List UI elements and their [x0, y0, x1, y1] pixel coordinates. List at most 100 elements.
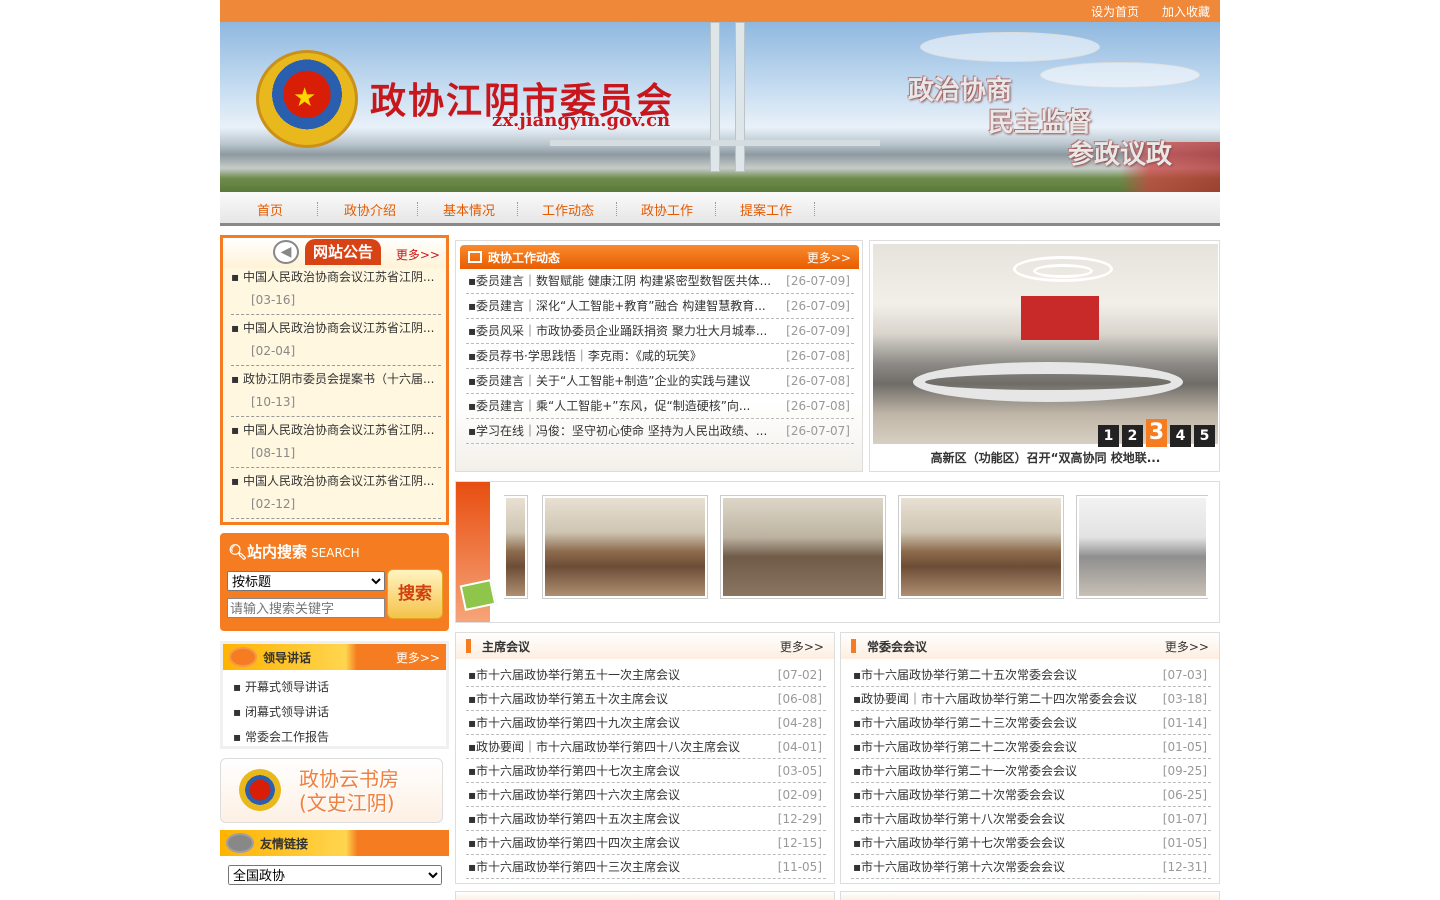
list-item[interactable]: ▪ 常委会工作报告	[233, 728, 329, 745]
standing-committee-header: 常委会会议 更多>>	[841, 633, 1219, 659]
nav-separator	[417, 202, 418, 216]
nav-separator	[814, 202, 815, 216]
strip-photo[interactable]	[720, 495, 886, 599]
nav-work-news[interactable]: 工作动态	[542, 200, 594, 219]
meeting-row[interactable]: ▪ 市十六届政协举行第四十四次主席会议 [12-15]	[466, 831, 826, 855]
nav-proposals[interactable]: 提案工作	[740, 200, 792, 219]
work-news-more-link[interactable]: 更多>>	[807, 249, 851, 266]
strip-photo[interactable]	[542, 495, 708, 599]
notice-box: ◀ 网站公告 更多>> ▪ 中国人民政治协商会议江苏省江阴... [03-16] …	[220, 235, 449, 525]
standing-committee-title: 常委会会议	[867, 640, 928, 654]
cloud-library-title: 政协云书房 (文史江阴)	[299, 767, 399, 815]
meeting-row[interactable]: ▪ 市十六届政协举行第五十次主席会议 [06-08]	[466, 687, 826, 711]
next-panel-left	[455, 891, 835, 900]
link-icon	[226, 833, 254, 853]
friend-links-title: 友情链接	[260, 837, 309, 851]
friend-links-select[interactable]: 全国政协	[228, 865, 442, 885]
meeting-row[interactable]: ▪ 市十六届政协举行第二十五次常委会会议 [07-03]	[851, 663, 1211, 687]
picture-icon	[459, 578, 497, 612]
next-panel-right	[840, 891, 1220, 900]
cppcc-emblem-icon	[239, 769, 281, 811]
slide-page-2[interactable]: 2	[1122, 425, 1143, 447]
meeting-row[interactable]: ▪ 市十六届政协举行第二十一次常委会会议 [09-25]	[851, 759, 1211, 783]
strip-photo[interactable]	[1076, 495, 1208, 599]
slideshow-caption[interactable]: 高新区（功能区）召开“双高协同 校地联...	[870, 449, 1221, 466]
news-row[interactable]: ▪ 委员风采｜市政协委员企业踊跃捐资 聚力壮大月城奉... [26-07-09]	[466, 319, 854, 344]
cloud-decoration	[1040, 62, 1200, 88]
red-screen	[1021, 296, 1099, 340]
notice-item[interactable]: ▪ 中国人民政治协商会议江苏省江阴... [02-12]	[231, 472, 441, 519]
cppcc-emblem-icon: ★	[256, 50, 358, 148]
list-item[interactable]: ▪ 开幕式领导讲话	[233, 678, 329, 695]
meeting-row[interactable]: ▪ 政协要闻｜市十六届政协举行第二十四次常委会会议 [03-18]	[851, 687, 1211, 711]
meeting-row[interactable]: ▪ 市十六届政协举行第二十次常委会会议 [06-25]	[851, 783, 1211, 807]
list-item[interactable]: ▪ 闭幕式领导讲话	[233, 703, 329, 720]
search-type-select[interactable]: 按标题	[227, 571, 385, 591]
work-news-title: 政协工作动态	[488, 251, 561, 265]
meeting-row[interactable]: ▪ 市十六届政协举行第二十三次常委会会议 [01-14]	[851, 711, 1211, 735]
meeting-row[interactable]: ▪ 市十六届政协举行第十六次常委会会议 [12-31]	[851, 855, 1211, 879]
strip-photo[interactable]	[898, 495, 1064, 599]
site-url: zx.jiangyin.gov.cn	[492, 110, 671, 131]
top-bar: 设为首页 加入收藏	[220, 0, 1220, 22]
strip-photo[interactable]	[504, 495, 528, 599]
notice-item[interactable]: ▪ 政协江阴市委员会提案书（十六届... [10-13]	[231, 370, 441, 417]
nav-home[interactable]: 首页	[257, 200, 283, 219]
cloud-library-banner[interactable]: 政协云书房 (文史江阴)	[220, 758, 443, 823]
notice-title: 网站公告	[305, 239, 382, 265]
slide-page-1[interactable]: 1	[1098, 425, 1119, 447]
leader-speech-title: 领导讲话	[263, 651, 312, 665]
news-row[interactable]: ▪ 委员荐书·学思践悟｜李克雨：《咸的玩笑》 [26-07-08]	[466, 344, 854, 369]
meeting-row[interactable]: ▪ 市十六届政协举行第四十九次主席会议 [04-28]	[466, 711, 826, 735]
main-nav: 首页 政协介绍 基本情况 工作动态 政协工作 提案工作	[220, 192, 1220, 226]
notice-item[interactable]: ▪ 中国人民政治协商会议江苏省江阴... [02-04]	[231, 319, 441, 366]
search-icon: 🔍︎	[228, 543, 248, 561]
search-button[interactable]: 搜索	[387, 569, 443, 619]
news-row[interactable]: ▪ 委员建言｜深化“人工智能+教育”融合 构建智慧教育... [26-07-09]	[466, 294, 854, 319]
site-search: 🔍︎站内搜索SEARCH 按标题 搜索	[220, 533, 449, 631]
notice-item[interactable]: ▪ 中国人民政治协商会议江苏省江阴... [08-11]	[231, 421, 441, 468]
set-homepage-link[interactable]: 设为首页	[1091, 3, 1139, 20]
leader-speech-header: 领导讲话 更多>>	[223, 644, 446, 670]
header-marker	[851, 639, 856, 653]
slideshow-image[interactable]	[873, 244, 1218, 444]
meeting-row[interactable]: ▪ 市十六届政协举行第二十二次常委会会议 [01-05]	[851, 735, 1211, 759]
nav-basic-info[interactable]: 基本情况	[443, 200, 495, 219]
photo-strip-tag	[456, 482, 497, 622]
meeting-row[interactable]: ▪ 市十六届政协举行第十七次常委会会议 [01-05]	[851, 831, 1211, 855]
friend-links-box: 友情链接 全国政协	[220, 830, 449, 900]
megaphone-icon: ◀	[273, 240, 299, 264]
news-row[interactable]: ▪ 委员建言｜乘“人工智能+”东风，促“制造硬核”向... [26-07-08]	[466, 394, 854, 419]
search-input[interactable]	[227, 598, 385, 618]
header-banner: ★ 政协江阴市委员会 zx.jiangyin.gov.cn 政治协商 民主监督 …	[220, 22, 1220, 192]
standing-committee-more-link[interactable]: 更多>>	[1165, 638, 1209, 655]
meeting-row[interactable]: ▪ 政协要闻｜市十六届政协举行第四十八次主席会议 [04-01]	[466, 735, 826, 759]
add-favorite-link[interactable]: 加入收藏	[1162, 3, 1210, 20]
nav-separator	[517, 202, 518, 216]
chairman-meeting-more-link[interactable]: 更多>>	[780, 638, 824, 655]
news-row[interactable]: ▪ 委员建言｜关于“人工智能+制造”企业的实践与建议 [26-07-08]	[466, 369, 854, 394]
leader-speech-more-link[interactable]: 更多>>	[396, 649, 440, 666]
work-news-box: 政协工作动态 更多>> ▪ 委员建言｜数智赋能 健康江阴 构建紧密型数智医共体..…	[455, 240, 863, 472]
meeting-row[interactable]: ▪ 市十六届政协举行第四十五次主席会议 [12-29]	[466, 807, 826, 831]
work-news-header: 政协工作动态 更多>>	[460, 245, 859, 269]
nav-separator	[616, 202, 617, 216]
nav-cppcc-work[interactable]: 政协工作	[641, 200, 693, 219]
nav-intro[interactable]: 政协介绍	[344, 200, 396, 219]
news-row[interactable]: ▪ 委员建言｜数智赋能 健康江阴 构建紧密型数智医共体... [26-07-09]	[466, 269, 854, 294]
meeting-row[interactable]: ▪ 市十六届政协举行第四十六次主席会议 [02-09]	[466, 783, 826, 807]
slideshow-pager: 12345	[1095, 419, 1215, 447]
leader-speech-box: 领导讲话 更多>> ▪ 开幕式领导讲话 ▪ 闭幕式领导讲话 ▪ 常委会工作报告	[220, 641, 449, 749]
slide-page-4[interactable]: 4	[1170, 425, 1191, 447]
slide-page-5[interactable]: 5	[1194, 425, 1215, 447]
news-row[interactable]: ▪ 学习在线｜冯俊：坚守初心使命 坚持为人民出政绩、... [26-07-07]	[466, 419, 854, 444]
notice-item[interactable]: ▪ 中国人民政治协商会议江苏省江阴... [03-16]	[231, 268, 441, 315]
slide-page-3[interactable]: 3	[1146, 419, 1167, 447]
meeting-row[interactable]: ▪ 市十六届政协举行第十八次常委会会议 [01-07]	[851, 807, 1211, 831]
meeting-row[interactable]: ▪ 市十六届政协举行第五十一次主席会议 [07-02]	[466, 663, 826, 687]
notice-more-link[interactable]: 更多>>	[396, 246, 440, 263]
meeting-row[interactable]: ▪ 市十六届政协举行第四十七次主席会议 [03-05]	[466, 759, 826, 783]
meeting-row[interactable]: ▪ 市十六届政协举行第四十三次主席会议 [11-05]	[466, 855, 826, 879]
bridge-tower	[735, 22, 745, 172]
standing-committee-box: 常委会会议 更多>> ▪ 市十六届政协举行第二十五次常委会会议 [07-03] ▪ 政协…	[840, 632, 1220, 884]
